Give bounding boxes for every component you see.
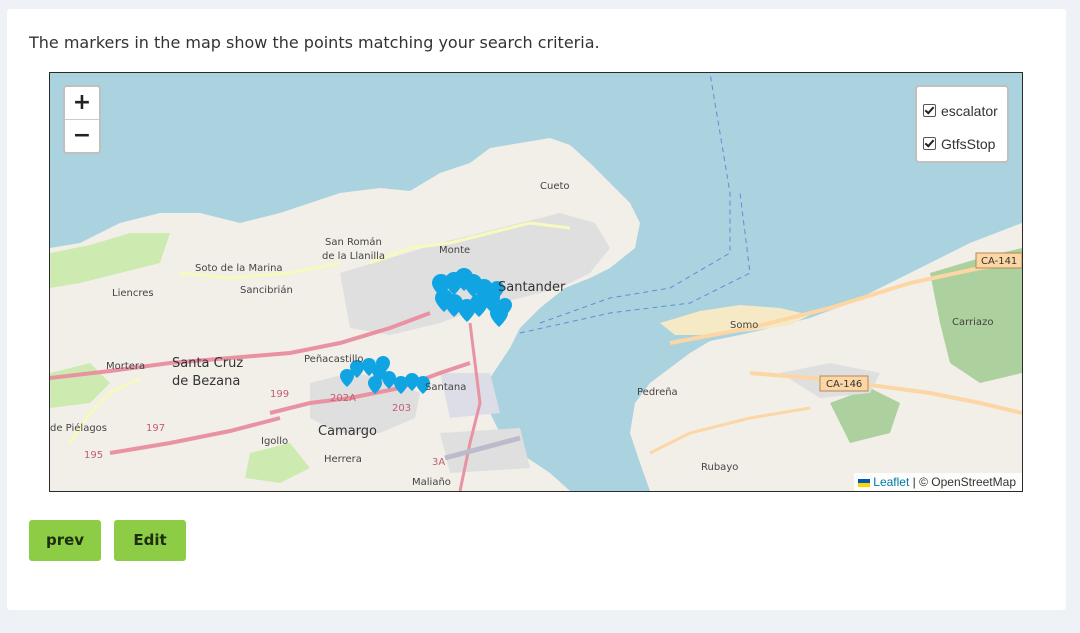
shield-199: 199 [270,389,289,400]
city-camargo: Camargo [318,424,377,439]
place-igollo: Igollo [261,436,288,447]
shield-197: 197 [146,423,165,434]
zoom-in-button[interactable]: + [65,87,99,119]
place-soto: Soto de la Marina [195,263,283,274]
place-mortera: Mortera [106,361,145,372]
place-penacastillo: Peñacastillo [304,354,364,365]
escalator-checkbox[interactable] [923,104,936,117]
city-bezana: de Bezana [172,374,240,389]
layer-toggle-escalator[interactable]: escalator [917,94,1007,127]
shield-203: 203 [392,403,411,414]
map-attribution: Leaflet | © OpenStreetMap [854,473,1022,491]
map-tiles[interactable]: Cueto San Román de la Llanilla Monte Sot… [50,73,1022,491]
gtfsstop-checkbox[interactable] [923,137,936,150]
shield-195: 195 [84,450,103,461]
place-pielagos: de Piélagos [50,422,107,434]
place-monte: Monte [439,245,470,256]
place-liencres: Liencres [112,288,154,299]
intro-text: The markers in the map show the points m… [29,33,600,52]
map-container[interactable]: Cueto San Román de la Llanilla Monte Sot… [49,72,1023,492]
place-maliano: Maliaño [412,477,451,488]
zoom-out-button[interactable]: − [65,119,99,152]
shield-ca141: CA-141 [981,256,1017,267]
content-card: The markers in the map show the points m… [7,9,1066,610]
place-herrera: Herrera [324,454,362,465]
ukraine-flag-icon [858,479,871,487]
city-santa-cruz: Santa Cruz [172,356,243,371]
harbor [440,373,500,418]
place-carriazo: Carriazo [952,317,993,328]
place-somo: Somo [730,320,758,331]
osm-attribution-text: | © OpenStreetMap [909,475,1016,489]
edit-button[interactable]: Edit [114,520,186,561]
place-pedrena: Pedreña [637,387,678,398]
shield-ca146: CA-146 [826,379,862,390]
escalator-label: escalator [941,102,998,119]
zoom-control: + − [63,85,101,154]
prev-button[interactable]: prev [29,520,101,561]
place-rubayo: Rubayo [701,462,738,473]
layers-control: escalator GtfsStop [915,85,1009,163]
place-cueto: Cueto [540,181,570,192]
gtfsstop-label: GtfsStop [941,135,996,152]
layer-toggle-gtfsstop[interactable]: GtfsStop [917,127,1007,160]
leaflet-link[interactable]: Leaflet [873,475,909,489]
shield-202a: 202A [330,393,356,404]
shield-3a: 3A [432,457,445,468]
place-san-roman: San Román [325,236,382,248]
place-santana: Santana [425,382,466,393]
place-sancibrian: Sancibrián [240,284,293,296]
airport-area [440,428,530,473]
city-santander: Santander [498,280,566,295]
place-llanilla: de la Llanilla [322,251,385,262]
